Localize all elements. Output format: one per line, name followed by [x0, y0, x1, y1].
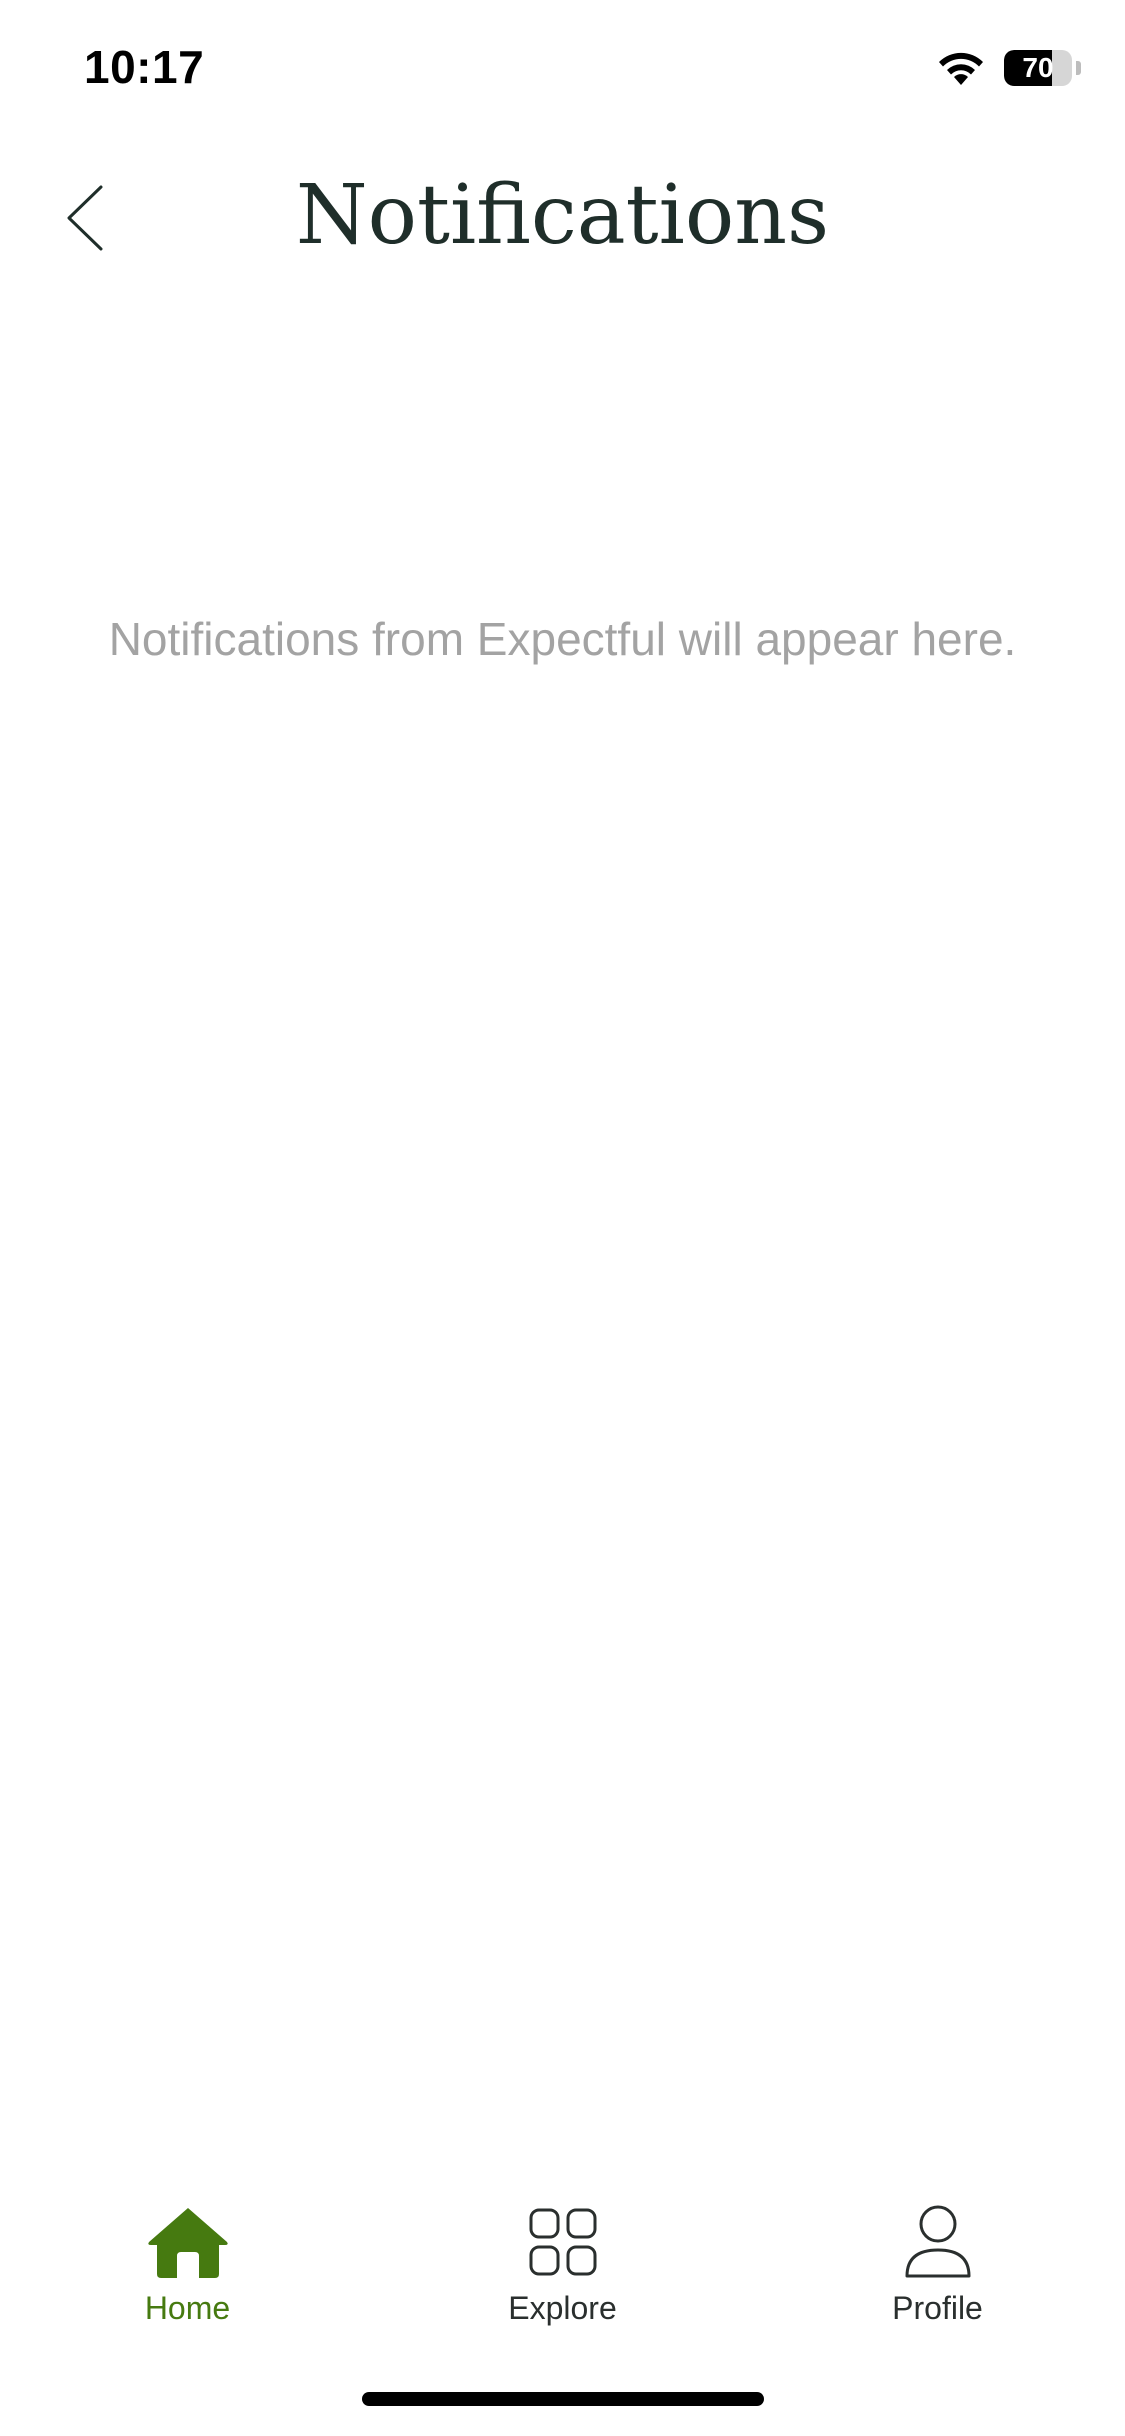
tab-label-profile: Profile — [892, 2290, 983, 2326]
status-time: 10:17 — [84, 41, 205, 93]
status-indicators: 70 — [936, 48, 1081, 88]
empty-state-message: Notifications from Expectful will appear… — [108, 613, 1017, 665]
tab-home[interactable]: Home — [0, 2190, 375, 2350]
page-title: Notifications — [295, 168, 830, 263]
grid-icon — [518, 2200, 608, 2284]
tab-bar: Home Explore Profile — [0, 2190, 1125, 2350]
status-bar: 10:17 70 — [0, 0, 1125, 140]
wifi-icon — [936, 49, 986, 87]
tab-label-explore: Explore — [508, 2290, 617, 2326]
person-icon — [893, 2200, 983, 2284]
header: Notifications — [0, 150, 1125, 290]
home-icon — [143, 2200, 233, 2284]
battery-cap — [1076, 61, 1081, 75]
tab-explore[interactable]: Explore — [375, 2190, 750, 2350]
battery-icon: 70 — [1004, 50, 1072, 86]
tab-label-home: Home — [144, 2290, 231, 2326]
battery-percent: 70 — [1022, 52, 1054, 83]
tab-profile[interactable]: Profile — [750, 2190, 1125, 2350]
home-indicator[interactable] — [362, 2392, 764, 2406]
